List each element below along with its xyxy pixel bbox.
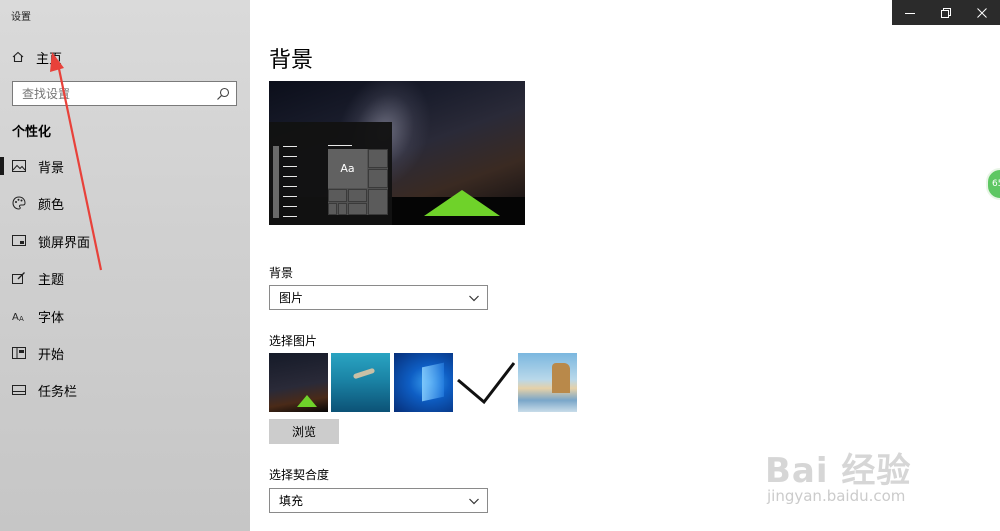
tile — [338, 203, 347, 215]
thumbnail-selected[interactable] — [456, 353, 515, 412]
fit-label: 选择契合度 — [269, 468, 330, 482]
tile — [348, 203, 367, 215]
tile — [328, 189, 347, 202]
sidebar-item-taskbar[interactable]: 任务栏 — [0, 378, 250, 402]
restore-button[interactable] — [928, 0, 964, 25]
close-button[interactable] — [964, 0, 1000, 25]
live-tiles: Aa — [328, 149, 388, 215]
minimize-button[interactable] — [892, 0, 928, 25]
tile — [328, 203, 337, 215]
font-icon: AA — [11, 308, 27, 324]
menu-line — [283, 196, 297, 197]
close-icon — [977, 7, 987, 18]
start-menu-preview: Aa — [269, 122, 392, 225]
restore-icon — [941, 7, 951, 18]
menu-line — [283, 166, 297, 167]
page-title: 背景 — [269, 48, 314, 73]
font-tile: Aa — [328, 149, 367, 188]
tile — [368, 169, 388, 188]
fit-value: 填充 — [279, 494, 304, 508]
fit-dropdown[interactable]: 填充 — [269, 488, 488, 513]
menu-line — [283, 156, 297, 157]
rock-shape — [552, 363, 570, 393]
svg-text:A: A — [19, 315, 24, 322]
choose-picture-label: 选择图片 — [269, 334, 318, 348]
background-dropdown[interactable]: 图片 — [269, 285, 488, 310]
thumbnail-night-sky[interactable] — [269, 353, 328, 412]
start-rail — [273, 146, 279, 218]
sidebar-item-label: 开始 — [38, 347, 65, 363]
tile — [368, 189, 388, 215]
settings-window: 设置 主页 个性化 背景 颜色 — [0, 0, 1000, 531]
watermark: Bai 经验 jingyan.baidu.com — [765, 423, 965, 513]
windows-logo-shape — [422, 362, 444, 402]
menu-line — [283, 186, 297, 187]
background-label: 背景 — [269, 266, 294, 280]
sidebar-item-label: 任务栏 — [38, 384, 78, 400]
tile — [368, 149, 388, 168]
swimmer-shape — [352, 367, 376, 380]
sidebar-item-start[interactable]: 开始 — [0, 341, 250, 365]
thumbnail-underwater[interactable] — [331, 353, 390, 412]
menu-title-line — [328, 145, 352, 146]
thumbnail-windows-logo[interactable] — [394, 353, 453, 412]
watermark-url: jingyan.baidu.com — [767, 487, 906, 505]
menu-line — [283, 206, 297, 207]
taskbar-icon — [11, 382, 27, 398]
watermark-main: Bai 经验 — [765, 451, 912, 491]
svg-text:A: A — [12, 312, 19, 322]
tent-shape — [297, 395, 317, 407]
desktop-preview: Aa — [269, 81, 525, 225]
menu-line — [283, 176, 297, 177]
browse-button[interactable]: 浏览 — [269, 419, 339, 444]
sidebar-item-fonts[interactable]: AA 字体 — [0, 304, 250, 328]
annotation-arrow — [50, 52, 103, 271]
menu-line — [283, 146, 297, 147]
minimize-icon — [905, 12, 915, 14]
tile — [348, 189, 367, 202]
window-controls — [892, 0, 1000, 25]
checkmark-icon — [457, 362, 515, 405]
chevron-down-icon — [468, 292, 480, 307]
start-icon — [11, 345, 27, 361]
thumbnail-beach[interactable] — [518, 353, 577, 412]
menu-line — [283, 216, 297, 217]
tent-shape — [424, 190, 500, 216]
background-value: 图片 — [279, 291, 304, 305]
chevron-down-icon — [468, 495, 480, 510]
sidebar-item-label: 字体 — [38, 310, 65, 326]
